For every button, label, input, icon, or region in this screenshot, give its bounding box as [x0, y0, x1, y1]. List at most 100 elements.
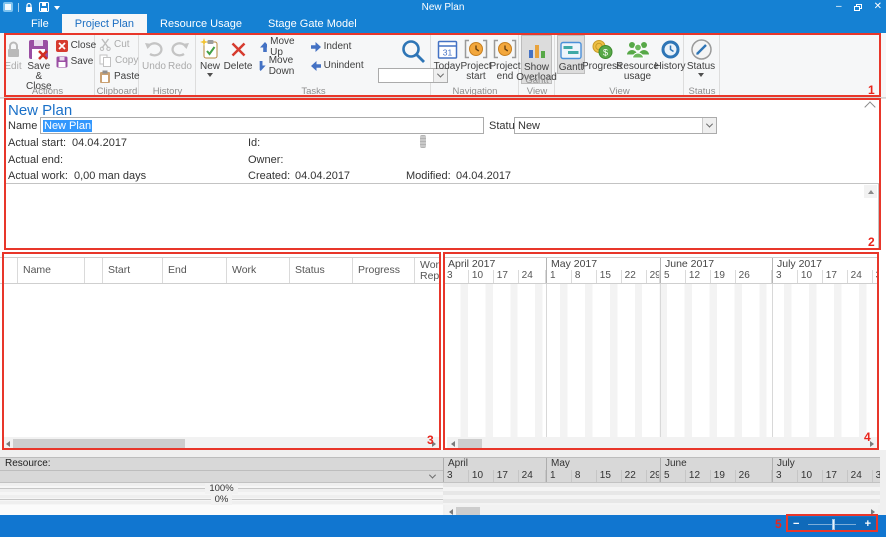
resource-week: 3: [773, 470, 798, 482]
scroll-left-icon[interactable]: [447, 437, 458, 450]
restore-button[interactable]: [854, 4, 862, 11]
group-label-clipboard: Clipboard: [95, 86, 139, 97]
column-header-start[interactable]: Start: [103, 258, 163, 283]
undo-button[interactable]: Undo: [141, 35, 167, 72]
status-button[interactable]: Status: [686, 35, 716, 77]
table-horizontal-scrollbar[interactable]: [2, 437, 439, 450]
column-header-work-reported[interactable]: Work Reported: [415, 258, 441, 283]
column-header-name[interactable]: Name: [18, 258, 85, 283]
save-icon[interactable]: [39, 2, 49, 12]
scroll-left-icon[interactable]: [2, 437, 13, 450]
status-combo-dropdown-icon[interactable]: [702, 118, 716, 133]
description-textarea[interactable]: [6, 184, 878, 248]
indent-button[interactable]: Indent: [309, 39, 366, 54]
close-plan-button[interactable]: Close: [54, 38, 99, 53]
column-header-empty2[interactable]: [85, 258, 103, 283]
close-red-icon: [56, 40, 68, 52]
gantt-week: 17: [823, 270, 848, 283]
task-search-input[interactable]: [379, 70, 433, 81]
search-icon[interactable]: [399, 37, 427, 65]
resource-dropdown-icon[interactable]: [429, 472, 436, 479]
column-header-status[interactable]: Status: [290, 258, 353, 283]
gantt-chart: April 2017 May 2017 June 2017 July 2017 …: [443, 252, 879, 450]
close-button[interactable]: ✕: [874, 2, 882, 12]
column-header-end[interactable]: End: [163, 258, 227, 283]
zoom-slider[interactable]: − +: [788, 517, 876, 531]
drag-handle-icon[interactable]: [420, 135, 426, 148]
name-label: Name: [8, 120, 37, 132]
new-task-button[interactable]: New: [198, 35, 222, 77]
resource-histogram: 100% 0%: [0, 483, 443, 505]
gantt-week: 26: [736, 270, 772, 283]
zoom-out-button[interactable]: −: [788, 519, 804, 530]
group-label-gantt-view: Gantt View: [519, 75, 555, 97]
column-header-progress[interactable]: Progress: [353, 258, 415, 283]
progress-view-button[interactable]: $ Progress: [585, 35, 619, 72]
qat-dropdown-icon[interactable]: [54, 6, 60, 10]
svg-text:$: $: [603, 47, 608, 57]
gantt-month: May 2017: [546, 258, 660, 270]
tab-resource-usage[interactable]: Resource Usage: [147, 14, 255, 33]
actual-work-value: 0,00 man days: [74, 170, 146, 182]
gantt-month: June 2017: [660, 258, 772, 270]
history-view-button[interactable]: History: [656, 35, 684, 72]
gantt-week: 8: [572, 270, 597, 283]
quick-access-toolbar: [0, 2, 60, 13]
zoom-in-button[interactable]: +: [860, 519, 876, 530]
gantt-week: 12: [686, 270, 711, 283]
cut-button[interactable]: Cut: [97, 37, 142, 52]
collapse-form-icon[interactable]: [864, 101, 875, 112]
resource-week: 19: [711, 470, 736, 482]
unindent-button[interactable]: Unindent: [309, 58, 366, 73]
resource-month: June: [660, 458, 772, 470]
delete-task-button[interactable]: Delete: [222, 35, 254, 72]
resource-people-icon: [625, 36, 651, 62]
save-button[interactable]: Save: [54, 54, 99, 69]
tab-file[interactable]: File: [18, 14, 62, 33]
zoom-thumb[interactable]: [832, 519, 835, 530]
resource-usage-view-button[interactable]: Resource usage: [619, 35, 656, 82]
redo-button[interactable]: Redo: [167, 35, 193, 72]
name-input[interactable]: New Plan: [40, 117, 484, 134]
actual-end-label: Actual end:: [8, 154, 63, 166]
zoom-track[interactable]: [808, 524, 855, 525]
save-and-close-button[interactable]: Save & Close: [24, 35, 54, 92]
tab-stage-gate-model[interactable]: Stage Gate Model: [255, 14, 370, 33]
column-header-work[interactable]: Work: [227, 258, 290, 283]
separator: [18, 3, 19, 12]
paste-button[interactable]: Paste: [97, 69, 142, 84]
scroll-right-icon[interactable]: [866, 437, 877, 450]
project-end-button[interactable]: Project end: [491, 35, 519, 82]
project-start-button[interactable]: Project start: [461, 35, 491, 82]
scrollbar-thumb[interactable]: [13, 439, 185, 448]
owner-label: Owner:: [248, 154, 283, 166]
minimize-button[interactable]: –: [836, 2, 842, 12]
resource-week: 22: [622, 470, 647, 482]
move-up-button[interactable]: Move Up: [258, 39, 301, 54]
description-field[interactable]: [5, 183, 879, 249]
actual-start-value: 04.04.2017: [72, 137, 127, 149]
gantt-horizontal-scrollbar[interactable]: [447, 437, 877, 450]
lock-icon[interactable]: [24, 2, 34, 13]
resource-week: 17: [494, 470, 519, 482]
status-bar: − +: [0, 515, 886, 537]
gantt-view-button[interactable]: Gantt: [557, 35, 585, 74]
edit-button[interactable]: Edit: [2, 35, 24, 72]
column-header-empty1[interactable]: [0, 258, 18, 283]
move-down-button[interactable]: Move Down: [258, 58, 301, 73]
arrow-down-icon: [260, 61, 266, 71]
resource-selector-combo[interactable]: [0, 470, 443, 483]
copy-button[interactable]: Copy: [97, 53, 142, 68]
today-button[interactable]: 31 Today: [433, 35, 461, 72]
status-dropdown-icon[interactable]: [698, 73, 704, 77]
tab-project-plan[interactable]: Project Plan: [62, 14, 147, 33]
scroll-up-icon[interactable]: [864, 185, 877, 198]
app-icon[interactable]: [3, 2, 13, 12]
ribbon-tabs: File Project Plan Resource Usage Stage G…: [0, 14, 886, 33]
resource-week: 17: [823, 470, 848, 482]
new-dropdown-icon[interactable]: [207, 73, 213, 77]
gantt-timeline-body[interactable]: [443, 284, 879, 437]
scroll-right-icon[interactable]: [428, 437, 439, 450]
status-combo[interactable]: New: [514, 117, 717, 134]
scrollbar-thumb[interactable]: [458, 439, 482, 448]
